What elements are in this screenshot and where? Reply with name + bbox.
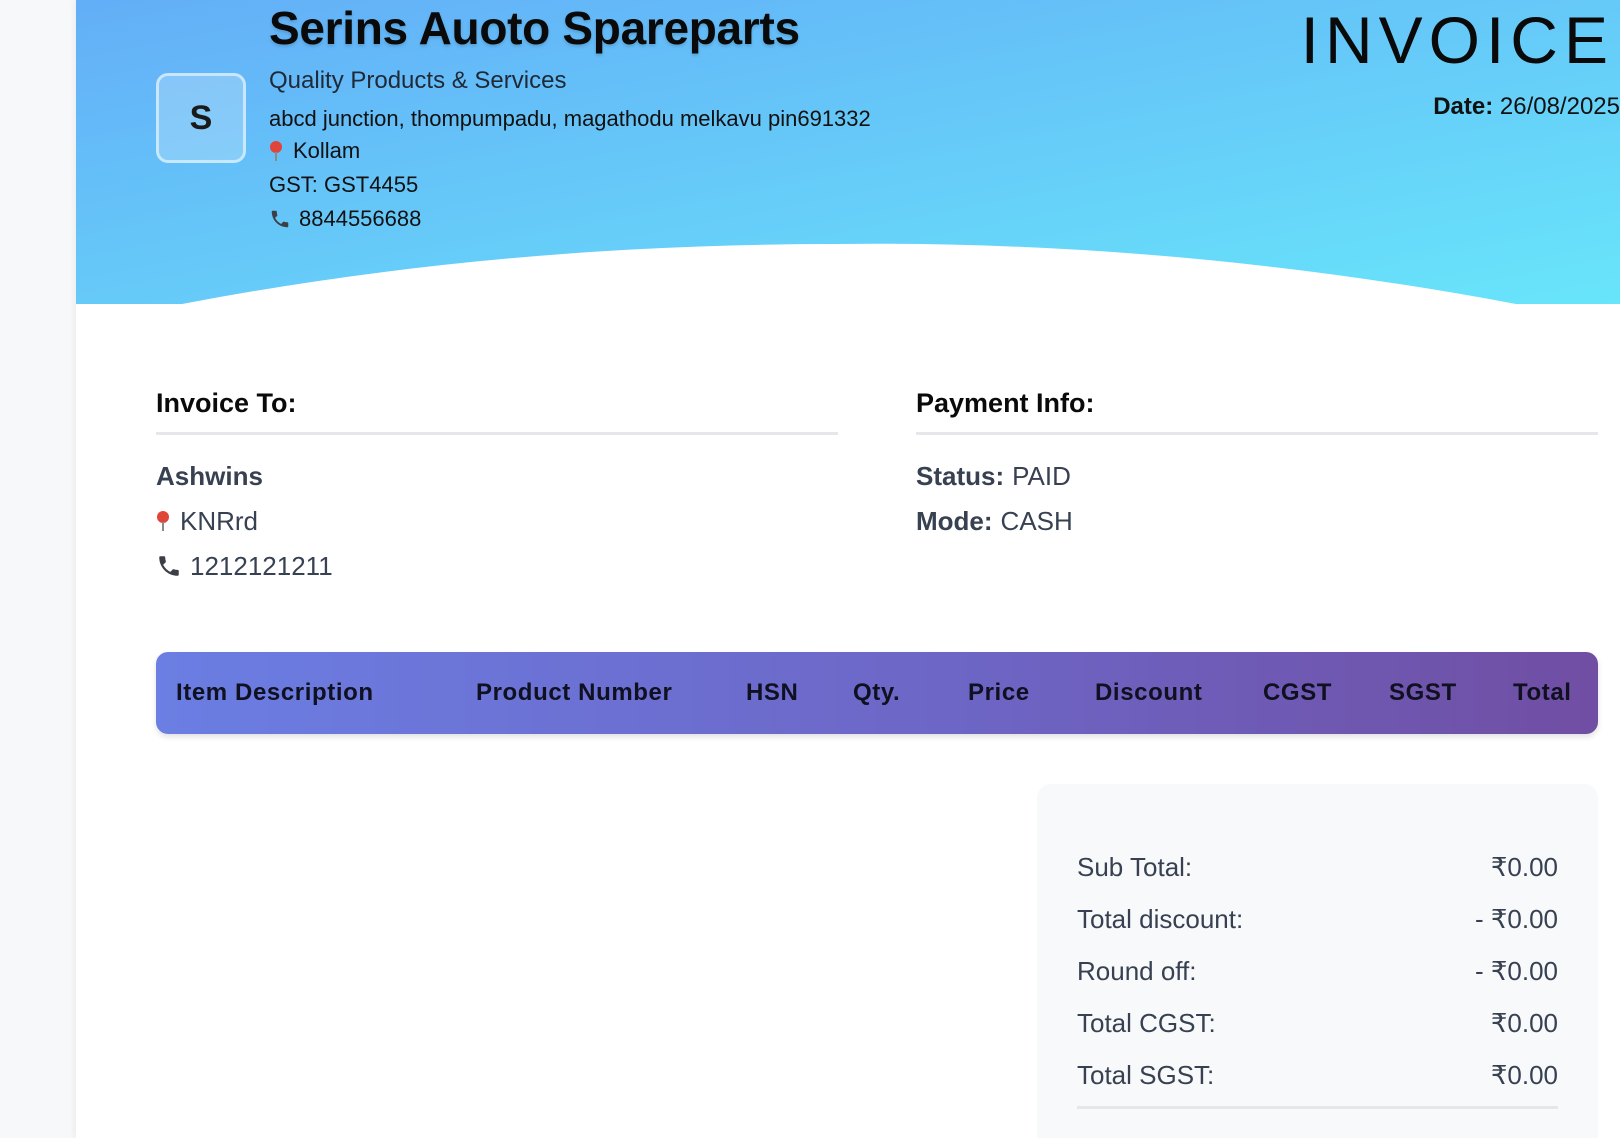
summary-label: Total SGST: (1077, 1059, 1215, 1090)
summary-row-total-cgst: Total CGST: ₹0.00 (1077, 1006, 1558, 1040)
company-logo: S (156, 73, 246, 163)
company-phone-line: 8844556688 (269, 202, 871, 236)
date-label: Date: (1433, 93, 1494, 120)
col-product-number: Product Number (476, 679, 673, 706)
summary-row-round-off: Round off: - ₹0.00 (1077, 954, 1558, 988)
invoice-date: Date: 26/08/2025 (1433, 92, 1620, 122)
payment-info-heading: Payment Info: (916, 388, 1095, 418)
customer-phone-line: 1212121211 (156, 550, 333, 582)
company-info: Serins Auoto Spareparts Quality Products… (269, 0, 871, 236)
invoice-to-divider (156, 432, 838, 435)
invoice-page: S Serins Auoto Spareparts Quality Produc… (76, 0, 1620, 1138)
invoice-to-heading: Invoice To: (156, 388, 297, 418)
payment-mode: Mode: CASH (916, 505, 1073, 537)
phone-icon (271, 210, 289, 228)
summary-value: ₹0.00 (1490, 1059, 1558, 1090)
summary-value: ₹0.00 (1490, 1007, 1558, 1038)
company-city-line: Kollam (269, 134, 871, 168)
col-price: Price (968, 679, 1030, 706)
mode-value: CASH (1000, 506, 1073, 536)
customer-address-line: KNRrd (156, 505, 258, 537)
items-table-header: Item Description Product Number HSN Qty.… (156, 652, 1598, 734)
customer-address: KNRrd (180, 506, 259, 536)
col-hsn: HSN (746, 679, 799, 706)
summary-label: Total CGST: (1077, 1007, 1216, 1038)
location-pin-icon (269, 140, 283, 162)
summary-label: Round off: (1077, 955, 1197, 986)
col-total: Total (1513, 679, 1572, 706)
summary-row-total-discount: Total discount: - ₹0.00 (1077, 902, 1558, 936)
customer-phone: 1212121211 (190, 551, 333, 581)
col-item-description: Item Description (176, 679, 374, 706)
company-address: abcd junction, thompumpadu, magathodu me… (269, 106, 871, 131)
company-tagline: Quality Products & Services (269, 67, 567, 94)
phone-icon (159, 556, 179, 576)
left-gutter (0, 0, 76, 1138)
mode-label: Mode: (916, 506, 993, 536)
status-value: PAID (1012, 461, 1071, 491)
status-label: Status: (916, 461, 1005, 491)
company-gst: GST: GST4455 (269, 172, 419, 197)
company-phone: 8844556688 (299, 206, 422, 231)
summary-value: ₹0.00 (1490, 851, 1558, 882)
payment-info-divider (916, 432, 1598, 435)
summary-row-total-sgst: Total SGST: ₹0.00 (1077, 1058, 1558, 1092)
location-pin-icon (156, 510, 170, 532)
invoice-title: INVOICE (1300, 3, 1614, 77)
summary-value: - ₹0.00 (1474, 903, 1558, 934)
customer-name: Ashwins (156, 461, 263, 491)
company-name: Serins Auoto Spareparts (269, 2, 800, 54)
summary-row-subtotal: Sub Total: ₹0.00 (1077, 850, 1558, 884)
col-cgst: CGST (1263, 679, 1333, 706)
summary-label: Total discount: (1077, 903, 1244, 934)
summary-label: Sub Total: (1077, 851, 1193, 882)
payment-status: Status: PAID (916, 460, 1071, 492)
totals-summary: Sub Total: ₹0.00 Total discount: - ₹0.00… (1037, 784, 1598, 1138)
date-value: 26/08/2025 (1499, 93, 1620, 120)
company-city: Kollam (293, 138, 361, 163)
summary-divider (1077, 1106, 1558, 1109)
col-sgst: SGST (1389, 679, 1457, 706)
col-qty: Qty. (853, 679, 901, 706)
col-discount: Discount (1095, 679, 1203, 706)
summary-value: - ₹0.00 (1474, 955, 1558, 986)
